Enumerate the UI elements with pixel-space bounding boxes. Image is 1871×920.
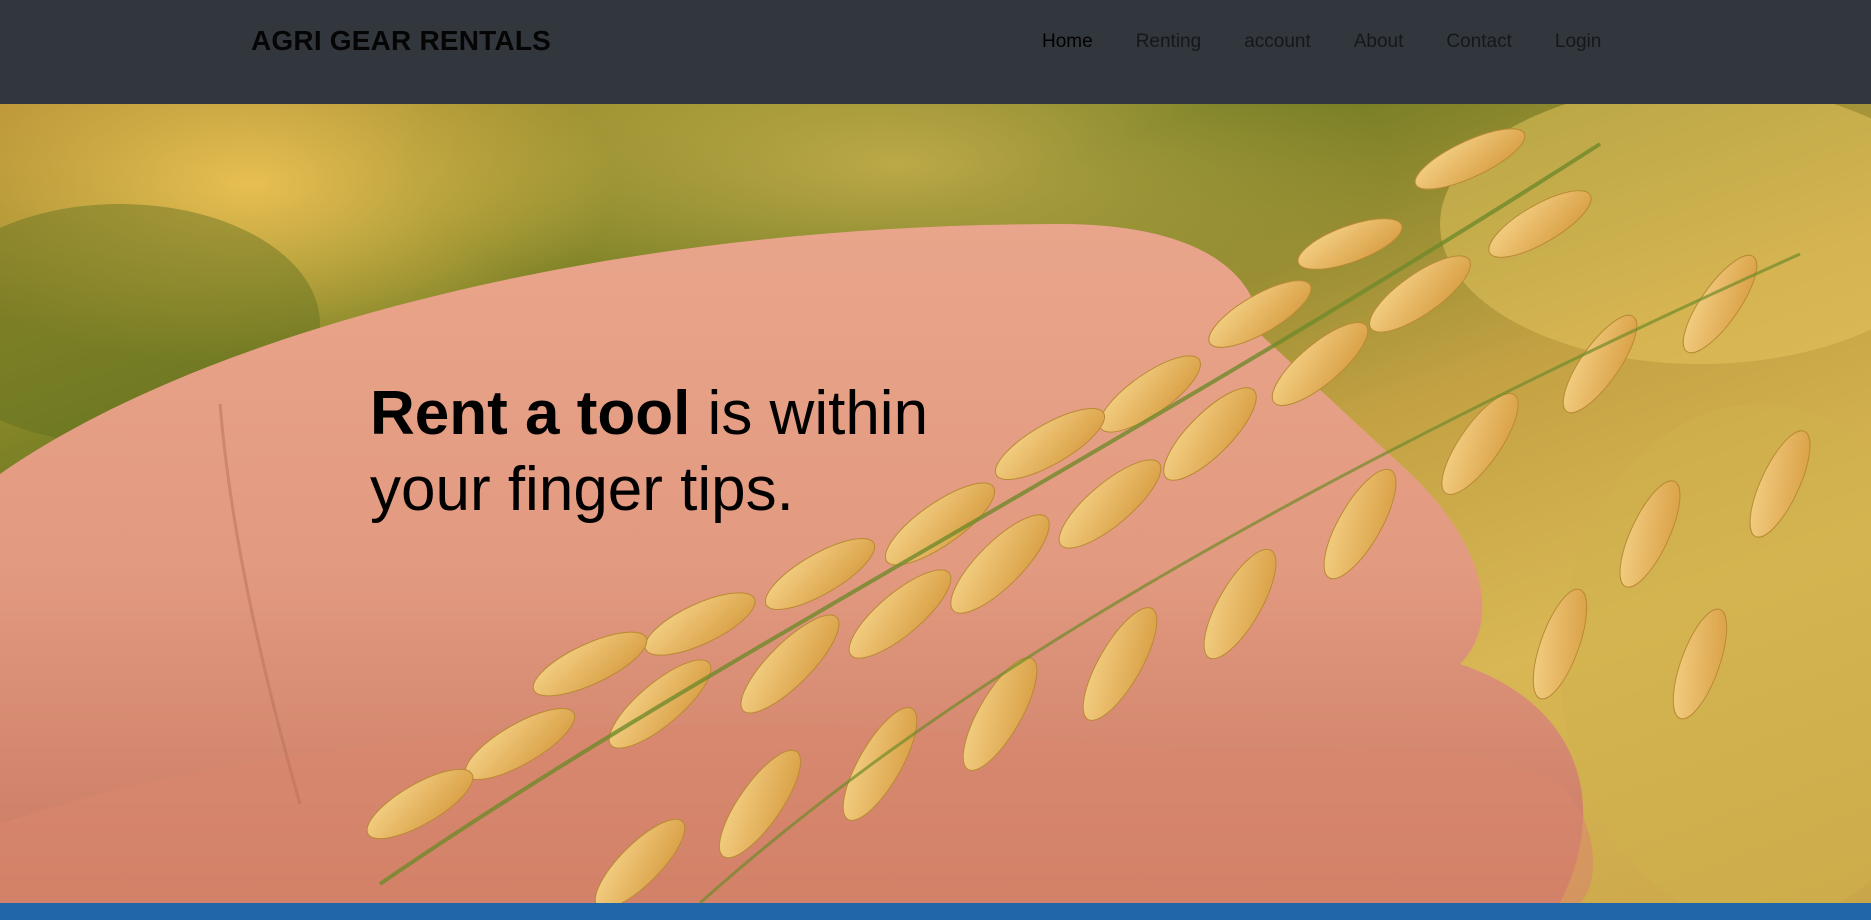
navbar: AGRI GEAR RENTALS Home Renting account A… <box>0 0 1871 104</box>
nav-item-renting[interactable]: Renting <box>1136 30 1202 54</box>
page: AGRI GEAR RENTALS Home Renting account A… <box>0 0 1871 920</box>
hero-banner: Rent a tool is within your finger tips. <box>0 104 1871 903</box>
nav-item-about[interactable]: About <box>1354 30 1404 54</box>
nav-item-home[interactable]: Home <box>1042 30 1093 54</box>
hero-headline: Rent a tool is within your finger tips. <box>370 376 990 528</box>
nav-links: Home Renting account About Contact Login <box>1042 30 1601 54</box>
nav-item-contact[interactable]: Contact <box>1446 30 1511 54</box>
bottom-strip <box>0 903 1871 920</box>
hero-headline-bold: Rent a tool <box>370 378 691 448</box>
nav-item-login[interactable]: Login <box>1555 30 1602 54</box>
brand-logo-text[interactable]: AGRI GEAR RENTALS <box>251 25 551 57</box>
nav-item-account[interactable]: account <box>1244 30 1311 54</box>
hero-headline-line2: your finger tips. <box>370 454 794 524</box>
hero-headline-rest: is within <box>690 378 929 448</box>
